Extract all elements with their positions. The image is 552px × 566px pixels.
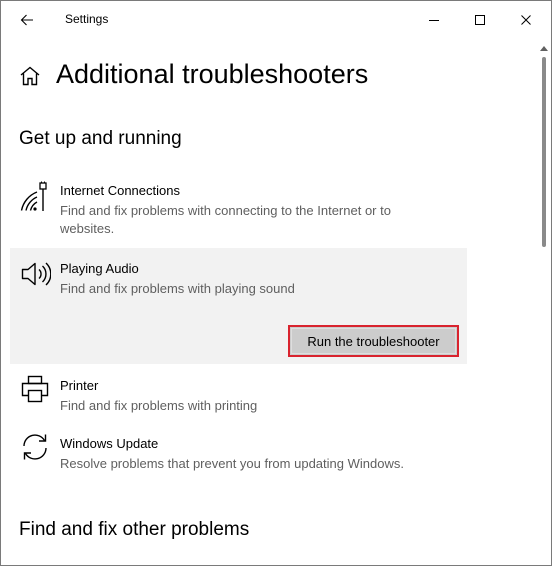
run-troubleshooter-button[interactable]: Run the troubleshooter (288, 325, 459, 357)
title-bar: Settings (1, 1, 551, 39)
item-description: Find and fix problems with printing (60, 398, 258, 413)
item-description: Resolve problems that prevent you from u… (60, 456, 404, 471)
troubleshooter-windows-update[interactable]: Windows Update Resolve problems that pre… (10, 426, 467, 482)
troubleshooter-internet-connections[interactable]: Internet Connections Find and fix proble… (10, 171, 467, 245)
item-name: Windows Update (60, 436, 159, 451)
minimize-button[interactable] (411, 1, 457, 39)
section-heading-find-and-fix-other-problems: Find and fix other problems (19, 519, 250, 540)
back-arrow-icon (20, 14, 34, 26)
close-icon (521, 15, 531, 25)
printer-icon (19, 373, 51, 405)
maximize-icon (475, 15, 485, 25)
item-description: Find and fix problems with connecting to… (60, 203, 391, 236)
troubleshooter-playing-audio[interactable]: Playing Audio Find and fix problems with… (10, 248, 467, 364)
speaker-icon (19, 258, 51, 290)
settings-window: Settings Additional troubleshooters Get … (0, 0, 552, 566)
maximize-button[interactable] (457, 1, 503, 39)
section-heading-get-up-and-running: Get up and running (19, 128, 182, 149)
item-name: Printer (60, 378, 99, 393)
scroll-up-arrow-icon[interactable] (540, 45, 548, 51)
minimize-icon (429, 15, 439, 25)
window-title: Settings (65, 12, 109, 26)
item-name: Internet Connections (60, 183, 180, 198)
page-title: Additional troubleshooters (56, 59, 369, 89)
close-button[interactable] (503, 1, 549, 39)
refresh-icon (19, 431, 51, 463)
wifi-cable-icon (19, 181, 51, 213)
home-icon[interactable] (19, 65, 41, 87)
scrollbar-thumb[interactable] (542, 57, 546, 247)
item-name: Playing Audio (60, 261, 139, 276)
back-button[interactable] (9, 4, 45, 36)
item-description: Find and fix problems with playing sound (60, 281, 295, 296)
troubleshooter-printer[interactable]: Printer Find and fix problems with print… (10, 368, 467, 424)
